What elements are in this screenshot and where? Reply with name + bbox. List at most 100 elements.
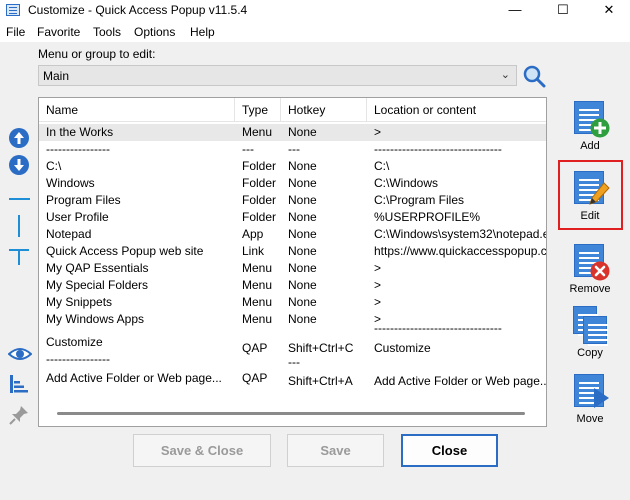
list-item[interactable]: My QAP Essentials Menu None > bbox=[39, 260, 546, 277]
row-name: In the Works bbox=[46, 125, 114, 139]
move-up-icon[interactable] bbox=[8, 127, 32, 149]
row-location: > bbox=[374, 125, 382, 139]
right-toolbar: Add Edit Remove Copy Move bbox=[556, 95, 626, 435]
menu-options[interactable]: Options bbox=[134, 25, 175, 39]
pin-icon[interactable] bbox=[8, 404, 32, 426]
maximize-icon[interactable]: ☐ bbox=[540, 0, 586, 22]
row-location: Add Active Folder or Web page... bbox=[374, 374, 546, 388]
app-icon bbox=[6, 4, 20, 16]
row-type: QAP bbox=[242, 341, 268, 355]
row-hotkey: None bbox=[288, 244, 317, 258]
column-header-type[interactable]: Type bbox=[235, 98, 281, 122]
row-type: Menu bbox=[242, 125, 273, 139]
row-name: My Windows Apps bbox=[46, 312, 145, 326]
minimize-icon[interactable]: — bbox=[492, 0, 538, 22]
column-header-hotkey[interactable]: Hotkey bbox=[281, 98, 367, 122]
row-type: Menu bbox=[242, 278, 273, 292]
save-close-button[interactable]: Save & Close bbox=[133, 434, 271, 467]
horizontal-scrollbar[interactable] bbox=[57, 412, 525, 415]
edit-icon bbox=[570, 168, 610, 208]
list-item[interactable]: Windows Folder None C:\Windows bbox=[39, 175, 546, 192]
title-bar: Customize - Quick Access Popup v11.5.4 —… bbox=[0, 0, 630, 22]
row-location: > bbox=[374, 261, 382, 275]
list-item-customize[interactable]: Customize ---------------- QAP Shift+Ctr… bbox=[39, 334, 546, 369]
row-name: Quick Access Popup web site bbox=[46, 244, 204, 258]
row-name: My Snippets bbox=[46, 295, 113, 309]
row-type: Folder bbox=[242, 210, 277, 224]
row-hotkey: Shift+Ctrl+A bbox=[288, 374, 353, 388]
column-header-location[interactable]: Location or content bbox=[367, 98, 546, 122]
sort-icon[interactable] bbox=[8, 373, 32, 395]
row-hotkey-separator: --- bbox=[288, 355, 300, 369]
remove-button[interactable]: Remove bbox=[558, 241, 622, 295]
column-break-icon[interactable] bbox=[8, 215, 32, 237]
list-item[interactable]: ---------------- --- --- ------------------… bbox=[39, 141, 546, 158]
row-name: Windows bbox=[46, 176, 95, 190]
menu-bar: File Favorite Tools Options Help bbox=[0, 22, 630, 42]
list-item[interactable]: Notepad App None C:\Windows\system32\notepa… bbox=[39, 226, 546, 243]
list-item[interactable]: Quick Access Popup web site Link None https… bbox=[39, 243, 546, 260]
move-label: Move bbox=[576, 413, 604, 425]
remove-label: Remove bbox=[569, 283, 611, 295]
menu-help[interactable]: Help bbox=[190, 25, 215, 39]
add-label: Add bbox=[580, 140, 600, 152]
row-name-separator: ---------------- bbox=[46, 352, 110, 366]
text-separator-icon[interactable] bbox=[8, 246, 32, 268]
menu-group-select[interactable]: Main ⌄ bbox=[38, 65, 517, 86]
close-button[interactable]: Close bbox=[401, 434, 498, 467]
menu-tools[interactable]: Tools bbox=[93, 25, 121, 39]
row-type: Menu bbox=[242, 295, 273, 309]
add-button[interactable]: Add bbox=[558, 98, 622, 152]
list-item[interactable]: My Special Folders Menu None > bbox=[39, 277, 546, 294]
list-item[interactable]: In the Works Menu None > bbox=[39, 124, 546, 141]
row-hotkey: None bbox=[288, 227, 317, 241]
row-name: Add Active Folder or Web page... bbox=[46, 371, 222, 385]
remove-icon bbox=[570, 241, 610, 281]
row-hotkey: None bbox=[288, 176, 317, 190]
row-hotkey: None bbox=[288, 159, 317, 173]
copy-button[interactable]: Copy bbox=[558, 305, 622, 359]
menu-file[interactable]: File bbox=[6, 25, 25, 39]
row-separator-line: -------------------------------- bbox=[374, 321, 502, 335]
save-button[interactable]: Save bbox=[287, 434, 384, 467]
row-name: C:\ bbox=[46, 159, 62, 173]
menu-group-label: Menu or group to edit: bbox=[38, 47, 156, 61]
edit-label: Edit bbox=[580, 210, 600, 222]
row-type: Folder bbox=[242, 193, 277, 207]
list-item[interactable]: C:\ Folder None C:\ bbox=[39, 158, 546, 175]
list-item[interactable]: User Profile Folder None %USERPROFILE% bbox=[39, 209, 546, 226]
move-button[interactable]: Move bbox=[558, 371, 622, 425]
row-location: C:\Windows bbox=[374, 176, 439, 190]
row-location: C:\Windows\system32\notepad.exe bbox=[374, 227, 546, 241]
row-name: Program Files bbox=[46, 193, 121, 207]
close-icon[interactable]: ✕ bbox=[586, 0, 630, 22]
row-location: C:\Program Files bbox=[374, 193, 465, 207]
row-location: -------------------------------- bbox=[374, 142, 502, 156]
row-type: Folder bbox=[242, 176, 277, 190]
eye-icon[interactable] bbox=[7, 343, 33, 365]
row-type: Folder bbox=[242, 159, 277, 173]
move-down-icon[interactable] bbox=[8, 154, 32, 176]
row-hotkey: None bbox=[288, 125, 317, 139]
list-item[interactable]: My Snippets Menu None > bbox=[39, 294, 546, 311]
window-title: Customize - Quick Access Popup v11.5.4 bbox=[28, 3, 248, 17]
copy-icon bbox=[570, 305, 610, 345]
list-item[interactable]: Program Files Folder None C:\Program Files bbox=[39, 192, 546, 209]
separator-icon[interactable] bbox=[8, 188, 32, 210]
row-hotkey: None bbox=[288, 210, 317, 224]
column-header-name[interactable]: Name bbox=[39, 98, 235, 122]
menu-favorite[interactable]: Favorite bbox=[37, 25, 80, 39]
row-location: C:\ bbox=[374, 159, 390, 173]
copy-label: Copy bbox=[577, 347, 603, 359]
row-name: My Special Folders bbox=[46, 278, 149, 292]
chevron-down-icon: ⌄ bbox=[500, 69, 510, 81]
row-name: User Profile bbox=[46, 210, 109, 224]
row-hotkey: --- bbox=[288, 142, 300, 156]
favorites-list[interactable]: Name Type Hotkey Location or content In … bbox=[38, 97, 547, 427]
list-item-add-active-folder[interactable]: Add Active Folder or Web page... QAP Shi… bbox=[39, 370, 546, 390]
row-name: My QAP Essentials bbox=[46, 261, 149, 275]
search-icon[interactable] bbox=[522, 64, 546, 88]
add-icon bbox=[570, 98, 610, 138]
edit-button[interactable]: Edit bbox=[558, 168, 622, 222]
row-type: --- bbox=[242, 142, 254, 156]
